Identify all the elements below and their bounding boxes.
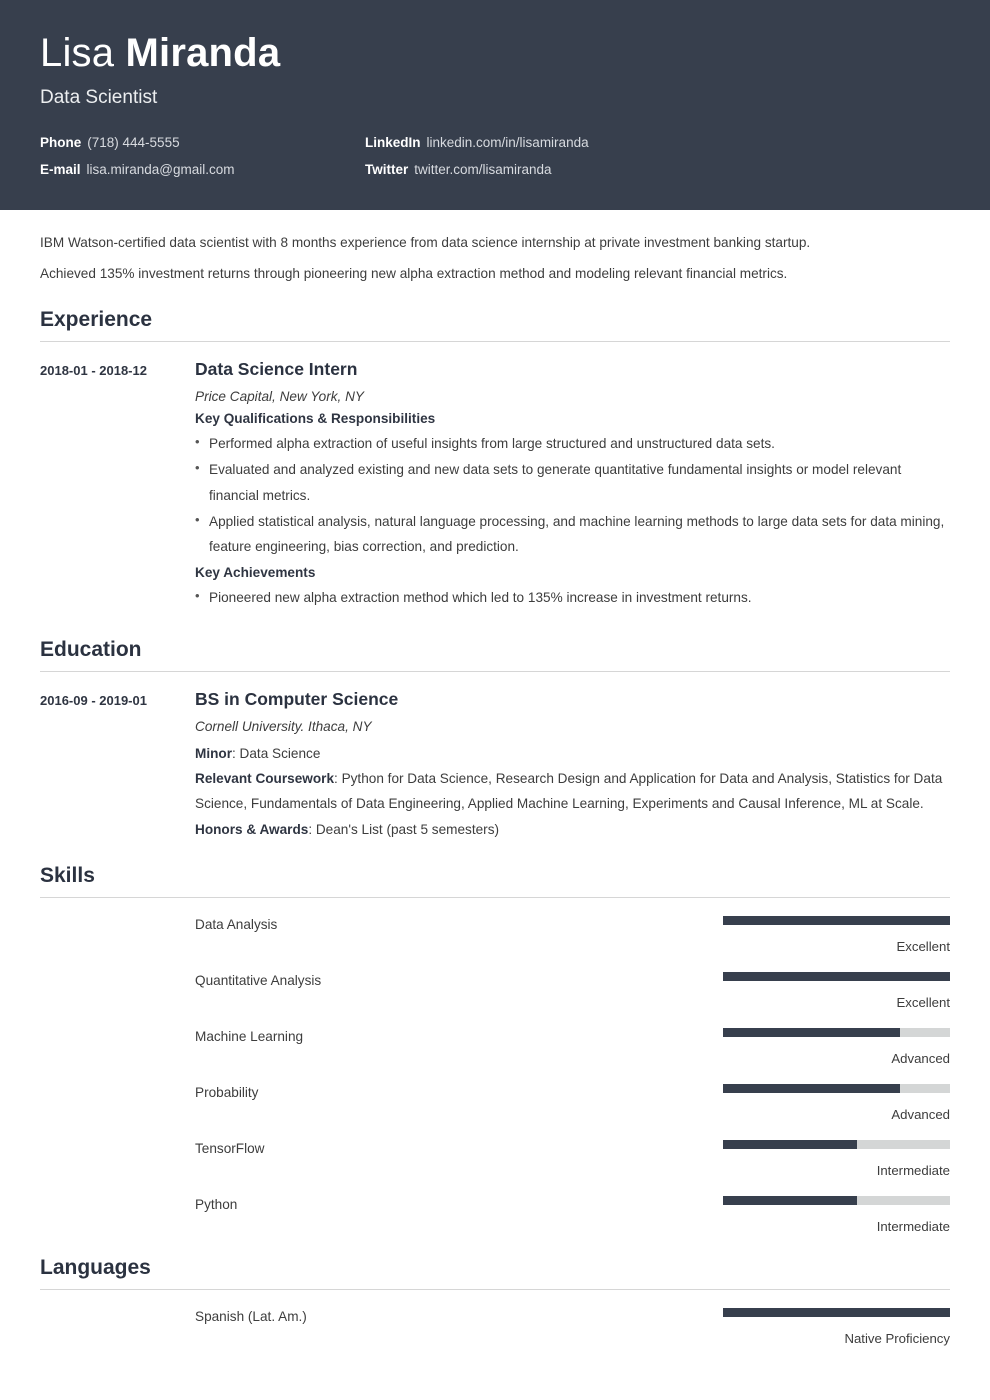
- education-coursework-label: Relevant Coursework: [195, 771, 335, 787]
- list-item: Applied statistical analysis, natural la…: [195, 508, 950, 559]
- last-name: Miranda: [125, 31, 281, 75]
- skill-meter: Intermediate: [723, 1139, 950, 1178]
- skill-level-label: Intermediate: [876, 1218, 950, 1234]
- skill-meter: Advanced: [723, 1083, 950, 1122]
- skill-row: Quantitative Analysis Excellent: [40, 954, 950, 1010]
- contact-twitter-value[interactable]: twitter.com/lisamiranda: [414, 162, 551, 177]
- skill-level-label: Advanced: [891, 1050, 950, 1066]
- section-title-skills: Skills: [40, 864, 950, 898]
- list-item: Pioneered new alpha extraction method wh…: [195, 584, 950, 610]
- language-meter-track: [723, 1307, 950, 1317]
- resume-header: Lisa Miranda Data Scientist Phone (718) 4…: [0, 0, 990, 210]
- contact-phone-value: (718) 444-5555: [87, 135, 180, 151]
- section-title-experience: Experience: [40, 308, 950, 343]
- education-minor: Minor: Data Science: [195, 741, 950, 766]
- education-minor-label: Minor: [195, 746, 232, 762]
- contact-email-label: E-mail: [40, 162, 81, 178]
- skill-level-label: Intermediate: [876, 1162, 950, 1178]
- skill-meter-track: [723, 1195, 950, 1205]
- list-item: Evaluated and analyzed existing and new …: [195, 456, 950, 507]
- section-title-education: Education: [40, 638, 950, 673]
- education-entry-title: BS in Computer Science: [195, 689, 399, 710]
- language-row: Spanish (Lat. Am.) Native Proficiency: [40, 1290, 950, 1346]
- languages-list: Spanish (Lat. Am.) Native Proficiency: [40, 1290, 950, 1346]
- skill-level-label: Advanced: [891, 1106, 950, 1122]
- skill-name: Probability: [195, 1084, 259, 1100]
- skill-meter-fill: [723, 915, 950, 925]
- summary-section: IBM Watson-certified data scientist with…: [40, 210, 950, 286]
- skill-row: Probability Advanced: [40, 1066, 950, 1122]
- skills-list: Data Analysis Excellent Quantitative Analy…: [40, 898, 950, 1234]
- education-coursework: Relevant Coursework: Python for Data Sci…: [195, 766, 950, 816]
- skill-meter-track: [723, 1139, 950, 1149]
- language-meter: Native Proficiency: [723, 1307, 950, 1346]
- skill-meter-track: [723, 1027, 950, 1037]
- skill-meter: Intermediate: [723, 1195, 950, 1234]
- skill-row: Python Intermediate: [40, 1178, 950, 1234]
- education-honors: Honors & Awards: Dean's List (past 5 sem…: [195, 817, 950, 842]
- contact-linkedin[interactable]: LinkedIn linkedin.com/in/lisamiranda: [365, 135, 950, 150]
- contact-linkedin-label: LinkedIn: [365, 135, 421, 151]
- skill-meter-fill: [723, 1139, 857, 1149]
- skill-meter: Advanced: [723, 1027, 950, 1066]
- contact-email[interactable]: E-mail lisa.miranda@gmail.com: [40, 162, 365, 177]
- skill-meter-track: [723, 971, 950, 981]
- skill-meter: Excellent: [723, 915, 950, 954]
- page-title: Lisa Miranda: [40, 31, 950, 75]
- skill-row: Machine Learning Advanced: [40, 1010, 950, 1066]
- skill-meter-track: [723, 915, 950, 925]
- skill-meter-fill: [723, 1027, 901, 1037]
- language-meter-fill: [723, 1307, 950, 1317]
- education-honors-value: : Dean's List (past 5 semesters): [308, 821, 500, 837]
- education-entry-school: Cornell University. Ithaca, NY: [195, 719, 372, 735]
- skill-meter-fill: [723, 1195, 857, 1205]
- skill-row: TensorFlow Intermediate: [40, 1122, 950, 1178]
- experience-entry-body: Data Science Intern Price Capital, New Y…: [195, 359, 950, 616]
- experience-entry-company: Price Capital, New York, NY: [195, 389, 364, 405]
- language-level-label: Native Proficiency: [844, 1330, 950, 1346]
- experience-entry-title: Data Science Intern: [195, 359, 358, 380]
- education-entry: 2016-09 - 2019-01 BS in Computer Science…: [40, 672, 950, 842]
- contact-phone: Phone (718) 444-5555: [40, 135, 365, 150]
- summary-line-1: IBM Watson-certified data scientist with…: [40, 235, 811, 250]
- experience-entry-date: 2018-01 - 2018-12: [40, 363, 147, 379]
- skill-name: Quantitative Analysis: [195, 972, 322, 988]
- experience-achievements-list: Pioneered new alpha extraction method wh…: [195, 584, 950, 610]
- contact-twitter[interactable]: Twitter twitter.com/lisamiranda: [365, 162, 950, 177]
- experience-entry: 2018-01 - 2018-12 Data Science Intern Pr…: [40, 342, 950, 616]
- skill-name: Data Analysis: [195, 916, 278, 932]
- job-title: Data Scientist: [40, 87, 158, 109]
- summary-line-2: Achieved 135% investment returns through…: [40, 266, 788, 282]
- skill-level-label: Excellent: [896, 994, 950, 1010]
- education-honors-label: Honors & Awards: [195, 821, 309, 837]
- contact-email-value[interactable]: lisa.miranda@gmail.com: [87, 162, 235, 177]
- contact-twitter-label: Twitter: [365, 162, 409, 178]
- skill-row: Data Analysis Excellent: [40, 898, 950, 954]
- contact-phone-label: Phone: [40, 135, 82, 151]
- experience-qualifications-heading: Key Qualifications & Responsibilities: [195, 411, 436, 427]
- skill-meter-fill: [723, 971, 950, 981]
- experience-achievements-heading: Key Achievements: [195, 564, 316, 580]
- list-item: Performed alpha extraction of useful ins…: [195, 430, 950, 456]
- skill-meter: Excellent: [723, 971, 950, 1010]
- skill-meter-fill: [723, 1083, 901, 1093]
- first-name: Lisa: [40, 31, 126, 75]
- education-entry-body: BS in Computer Science Cornell Universit…: [195, 689, 950, 842]
- skill-level-label: Excellent: [896, 938, 950, 954]
- skill-name: Machine Learning: [195, 1028, 304, 1044]
- skill-name: Python: [195, 1196, 238, 1212]
- education-entry-date: 2016-09 - 2019-01: [40, 693, 147, 709]
- contact-grid: Phone (718) 444-5555 LinkedIn linkedin.com…: [40, 135, 950, 177]
- education-minor-value: : Data Science: [232, 746, 321, 762]
- skill-meter-track: [723, 1083, 950, 1093]
- skill-name: TensorFlow: [195, 1140, 265, 1156]
- resume-body: IBM Watson-certified data scientist with…: [0, 210, 990, 1346]
- experience-qualifications-list: Performed alpha extraction of useful ins…: [195, 430, 950, 559]
- contact-linkedin-value[interactable]: linkedin.com/in/lisamiranda: [427, 135, 589, 150]
- language-name: Spanish (Lat. Am.): [195, 1308, 307, 1324]
- section-title-languages: Languages: [40, 1256, 950, 1290]
